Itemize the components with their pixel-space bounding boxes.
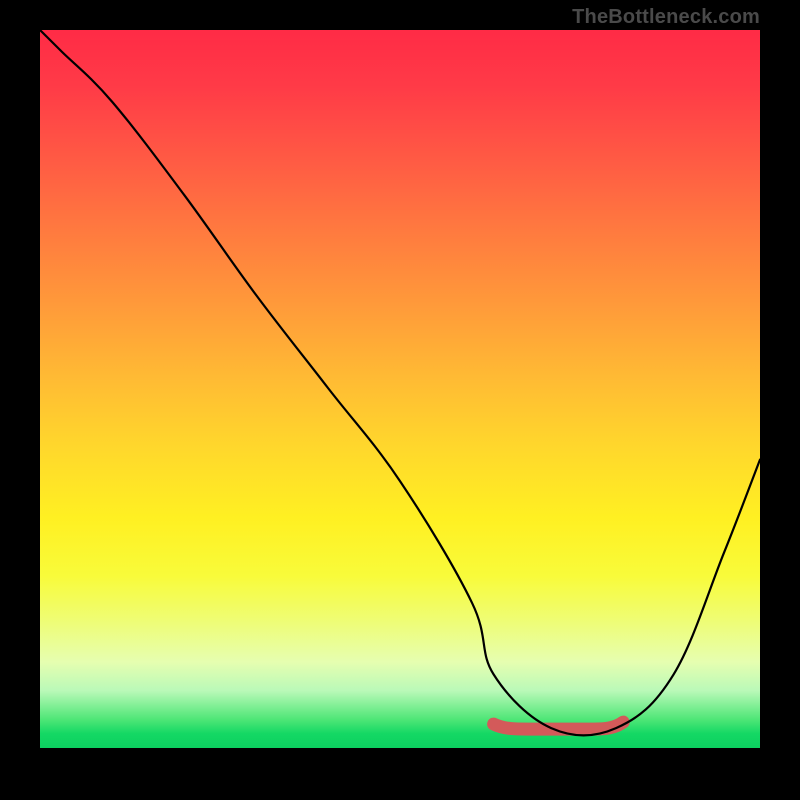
main-curve bbox=[40, 30, 760, 735]
watermark-text: TheBottleneck.com bbox=[572, 6, 760, 29]
highlight-segment bbox=[494, 722, 624, 729]
plot-surface bbox=[40, 30, 760, 765]
curve-layer bbox=[40, 30, 760, 765]
chart-frame: TheBottleneck.com bbox=[0, 0, 800, 800]
